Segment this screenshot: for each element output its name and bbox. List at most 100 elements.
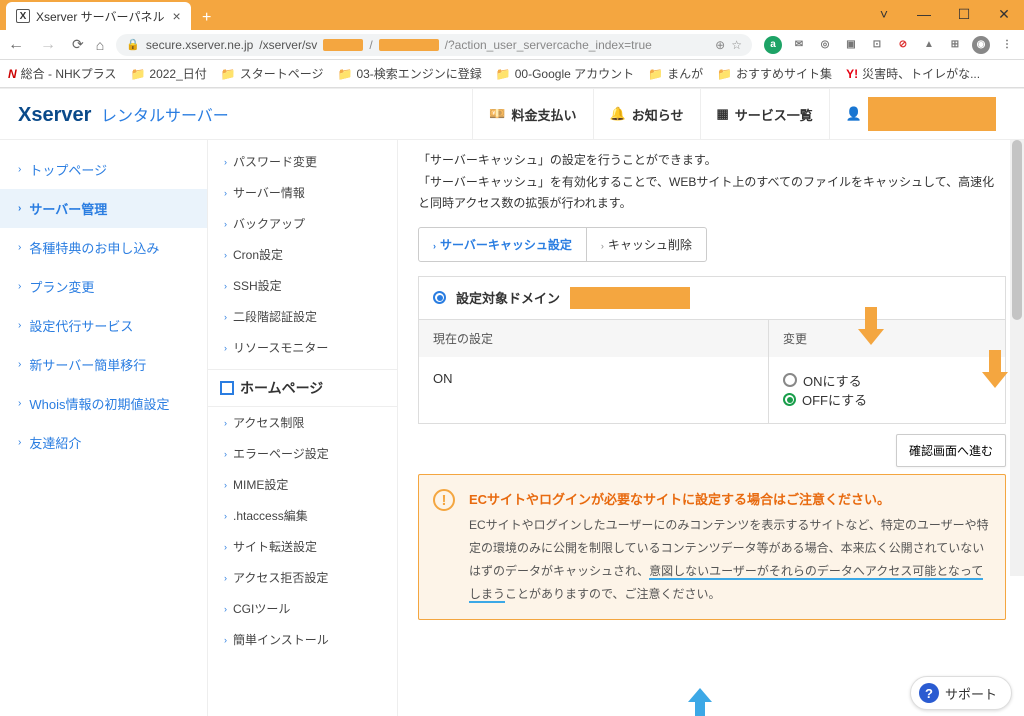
ext-icon[interactable]: ⊡ (868, 36, 886, 54)
radio-off[interactable]: OFFにする (783, 390, 867, 409)
sidebar-item-tokuten[interactable]: ›各種特典のお申し込み (0, 228, 207, 267)
bookmark-folder[interactable]: 📁2022_日付 (130, 65, 206, 82)
radio-on[interactable]: ONにする (783, 371, 862, 390)
subnav-item[interactable]: ›パスワード変更 (208, 146, 397, 177)
subnav-item[interactable]: ›サイト転送設定 (208, 531, 397, 562)
subnav-item[interactable]: ›SSH設定 (208, 270, 397, 301)
url-path-suffix: /?action_user_servercache_index=true (445, 38, 652, 52)
menu-icon[interactable]: ⋮ (998, 36, 1016, 54)
bookmark-item[interactable]: N総合 - NHKプラス (8, 65, 116, 82)
logo[interactable]: Xserver レンタルサーバー (18, 102, 229, 127)
close-window-button[interactable]: ✕ (984, 0, 1024, 28)
ext-icon[interactable]: ✉ (790, 36, 808, 54)
chevron-down-icon[interactable]: ˅ (864, 0, 904, 28)
subnav-item[interactable]: ›バックアップ (208, 208, 397, 239)
col-current: 現在の設定 (419, 320, 769, 357)
scrollbar[interactable] (1010, 140, 1024, 576)
left-sidebar: ›トップページ ›サーバー管理 ›各種特典のお申し込み ›プラン変更 ›設定代行… (0, 140, 208, 716)
settings-table: 現在の設定 変更 ON ONにする OFFにする (418, 320, 1006, 425)
forward-button[interactable]: → (40, 36, 56, 54)
sidebar-item-daiko[interactable]: ›設定代行サービス (0, 306, 207, 345)
annotation-arrow-icon (688, 688, 712, 716)
subnav-item[interactable]: ›サーバー情報 (208, 177, 397, 208)
bookmarks-bar: N総合 - NHKプラス 📁2022_日付 📁スタートページ 📁03-検索エンジ… (0, 60, 1024, 88)
lock-icon: 🔒 (126, 38, 140, 51)
new-tab-button[interactable]: + (195, 6, 219, 30)
sidebar-item-top[interactable]: ›トップページ (0, 150, 207, 189)
bookmark-folder[interactable]: 📁03-検索エンジンに登録 (337, 65, 481, 82)
tab-cache-settings[interactable]: ›サーバーキャッシュ設定 (419, 228, 587, 261)
subnav-item[interactable]: ›Cron設定 (208, 239, 397, 270)
user-menu[interactable]: 👤 (829, 88, 1006, 140)
url-redacted (379, 39, 439, 51)
translate-icon[interactable]: ⊕ (715, 38, 725, 52)
home-button[interactable]: ⌂ (96, 37, 104, 53)
subnav-section: ホームページ (208, 369, 397, 407)
support-button[interactable]: ? サポート (910, 676, 1012, 710)
ext-icon[interactable]: ◎ (816, 36, 834, 54)
subnav-item[interactable]: ›.htaccess編集 (208, 500, 397, 531)
domain-label: 設定対象ドメイン (456, 288, 560, 307)
annotation-arrow-icon (982, 350, 1008, 388)
bell-icon: 🔔 (610, 106, 626, 122)
browser-toolbar: ← → ⟳ ⌂ 🔒 secure.xserver.ne.jp/xserver/s… (0, 30, 1024, 60)
services-link[interactable]: ▦サービス一覧 (700, 88, 829, 140)
bookmark-folder[interactable]: 📁まんが (648, 65, 703, 82)
sidebar-item-plan[interactable]: ›プラン変更 (0, 267, 207, 306)
confirm-button[interactable]: 確認画面へ進む (896, 434, 1006, 467)
subnav-item[interactable]: ›アクセス拒否設定 (208, 562, 397, 593)
domain-selector-row: 設定対象ドメイン (418, 276, 1006, 320)
subnav-item[interactable]: ›MIME設定 (208, 469, 397, 500)
reload-button[interactable]: ⟳ (72, 36, 84, 53)
back-button[interactable]: ← (8, 36, 24, 54)
subnav-item[interactable]: ›簡単インストール (208, 624, 397, 655)
bookmark-folder[interactable]: 📁00-Google アカウント (496, 65, 634, 82)
sub-sidebar: ›パスワード変更 ›サーバー情報 ›バックアップ ›Cron設定 ›SSH設定 … (208, 140, 398, 716)
bookmark-item[interactable]: Y!災害時、トイレがな... (846, 65, 980, 82)
col-change: 変更 (769, 320, 1005, 357)
subnav-item[interactable]: ›エラーページ設定 (208, 438, 397, 469)
browser-tab[interactable]: X Xserver サーバーパネル × (6, 2, 191, 30)
close-tab-icon[interactable]: × (172, 8, 180, 24)
description: 「サーバーキャッシュ」の設定を行うことができます。 「サーバーキャッシュ」を有効… (418, 150, 1006, 215)
warning-body: ECサイトやログインしたユーザーにのみコンテンツを表示するサイトなど、特定のユー… (469, 514, 991, 605)
tab-cache-delete[interactable]: ›キャッシュ削除 (587, 228, 706, 261)
ext-icon[interactable]: ⊘ (894, 36, 912, 54)
url-bar[interactable]: 🔒 secure.xserver.ne.jp/xserver/sv//?acti… (116, 34, 752, 56)
domain-redacted (570, 287, 690, 309)
bookmark-folder[interactable]: 📁おすすめサイト集 (717, 65, 832, 82)
ext-icon[interactable]: ▲ (920, 36, 938, 54)
minimize-button[interactable]: — (904, 0, 944, 28)
sidebar-item-whois[interactable]: ›Whois情報の初期値設定 (0, 384, 207, 423)
window-titlebar: X Xserver サーバーパネル × + ˅ — ☐ ✕ (0, 0, 1024, 30)
content-tabs: ›サーバーキャッシュ設定 ›キャッシュ削除 (418, 227, 707, 262)
yen-icon: 💴 (489, 106, 505, 122)
sidebar-item-server[interactable]: ›サーバー管理 (0, 189, 207, 228)
star-icon[interactable]: ☆ (731, 38, 742, 52)
url-host: secure.xserver.ne.jp (146, 38, 253, 52)
profile-avatar[interactable]: ◉ (972, 36, 990, 54)
ext-icon[interactable]: a (764, 36, 782, 54)
subnav-item[interactable]: ›二段階認証設定 (208, 301, 397, 332)
scrollbar-thumb[interactable] (1012, 140, 1022, 320)
url-redacted (323, 39, 363, 51)
sidebar-item-referral[interactable]: ›友達紹介 (0, 423, 207, 462)
subnav-item[interactable]: ›CGIツール (208, 593, 397, 624)
warning-icon: ! (433, 489, 455, 511)
pay-link[interactable]: 💴料金支払い (472, 88, 592, 140)
ext-icon[interactable]: ⊞ (946, 36, 964, 54)
url-path-prefix: /xserver/sv (259, 38, 317, 52)
annotation-arrow-icon (858, 307, 884, 345)
radio-domain[interactable] (433, 291, 446, 304)
question-icon: ? (919, 683, 939, 703)
notice-link[interactable]: 🔔お知らせ (593, 88, 700, 140)
warning-box: ! ECサイトやログインが必要なサイトに設定する場合はご注意ください。 ECサイ… (418, 474, 1006, 620)
maximize-button[interactable]: ☐ (944, 0, 984, 28)
ext-icon[interactable]: ▣ (842, 36, 860, 54)
subnav-item[interactable]: ›リソースモニター (208, 332, 397, 363)
bookmark-folder[interactable]: 📁スタートページ (221, 65, 324, 82)
site-favicon: X (16, 9, 30, 23)
subnav-item[interactable]: ›アクセス制限 (208, 407, 397, 438)
sidebar-item-migration[interactable]: ›新サーバー簡単移行 (0, 345, 207, 384)
user-icon: 👤 (846, 106, 862, 122)
